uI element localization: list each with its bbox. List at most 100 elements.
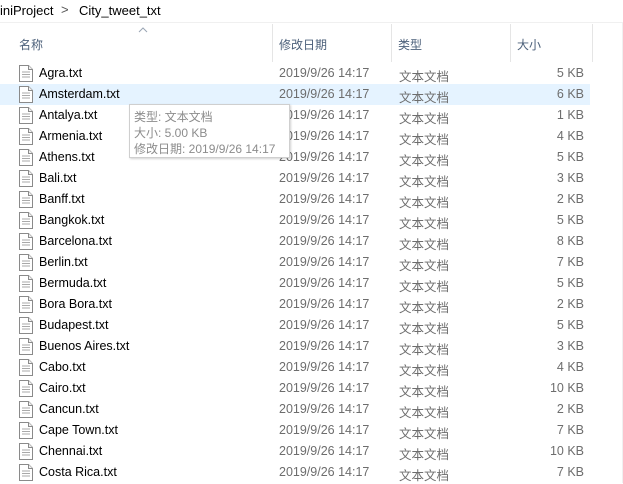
file-row[interactable]: Banff.txt 2019/9/26 14:17 文本文档 2 KB: [0, 189, 590, 210]
column-header-type[interactable]: 类型: [392, 24, 511, 62]
column-header-name[interactable]: 名称: [0, 24, 273, 62]
file-date: 2019/9/26 14:17: [279, 192, 370, 206]
text-file-icon: [19, 191, 33, 208]
text-file-icon: [19, 338, 33, 355]
file-type: 文本文档: [399, 259, 450, 273]
file-row[interactable]: Armenia.txt 2019/9/26 14:17 文本文档 4 KB: [0, 126, 590, 147]
file-size: 10 KB: [549, 444, 584, 458]
file-row[interactable]: Antalya.txt 2019/9/26 14:17 文本文档 1 KB: [0, 105, 590, 126]
file-type: 文本文档: [399, 406, 450, 420]
file-row[interactable]: Bora Bora.txt 2019/9/26 14:17 文本文档 2 KB: [0, 294, 590, 315]
file-size: 5 KB: [556, 318, 584, 332]
file-type: 文本文档: [399, 196, 450, 210]
file-size: 2 KB: [556, 192, 584, 206]
breadcrumb-item-project[interactable]: iniProject: [0, 3, 53, 18]
file-row[interactable]: Budapest.txt 2019/9/26 14:17 文本文档 5 KB: [0, 315, 590, 336]
file-size: 5 KB: [556, 213, 584, 227]
tooltip-date: 修改日期: 2019/9/26 14:17: [134, 142, 276, 156]
file-row[interactable]: Amsterdam.txt 2019/9/26 14:17 文本文档 6 KB: [0, 84, 590, 105]
file-type: 文本文档: [399, 322, 450, 336]
file-type: 文本文档: [399, 70, 450, 84]
file-type: 文本文档: [399, 154, 450, 168]
file-size: 2 KB: [556, 297, 584, 311]
file-row[interactable]: Bali.txt 2019/9/26 14:17 文本文档 3 KB: [0, 168, 590, 189]
text-file-icon: [19, 149, 33, 166]
file-name: Bora Bora.txt: [39, 297, 112, 311]
file-row[interactable]: Barcelona.txt 2019/9/26 14:17 文本文档 8 KB: [0, 231, 590, 252]
file-name: Antalya.txt: [39, 108, 98, 122]
file-type: 文本文档: [399, 175, 450, 189]
breadcrumb-item-folder[interactable]: City_tweet_txt: [79, 3, 161, 18]
file-name: Cairo.txt: [39, 381, 86, 395]
file-size: 1 KB: [556, 108, 584, 122]
text-file-icon: [19, 65, 33, 82]
file-date: 2019/9/26 14:17: [279, 444, 370, 458]
file-size: 3 KB: [556, 339, 584, 353]
file-date: 2019/9/26 14:17: [279, 381, 370, 395]
file-size: 4 KB: [556, 360, 584, 374]
text-file-icon: [19, 170, 33, 187]
file-date: 2019/9/26 14:17: [279, 360, 370, 374]
file-size: 7 KB: [556, 255, 584, 269]
file-row[interactable]: Bangkok.txt 2019/9/26 14:17 文本文档 5 KB: [0, 210, 590, 231]
text-file-icon: [19, 380, 33, 397]
file-row[interactable]: Cape Town.txt 2019/9/26 14:17 文本文档 7 KB: [0, 420, 590, 441]
file-name: Bermuda.txt: [39, 276, 107, 290]
sort-ascending-icon: [138, 27, 148, 33]
file-date: 2019/9/26 14:17: [279, 129, 370, 143]
file-list: Agra.txt 2019/9/26 14:17 文本文档 5 KB Amsterdam…: [0, 63, 623, 483]
file-row[interactable]: Cairo.txt 2019/9/26 14:17 文本文档 10 KB: [0, 378, 590, 399]
column-header-bar: 名称 修改日期 类型 大小: [0, 24, 623, 62]
file-name: Banff.txt: [39, 192, 85, 206]
file-size: 5 KB: [556, 150, 584, 164]
column-header-date[interactable]: 修改日期: [273, 24, 392, 62]
file-type: 文本文档: [399, 364, 450, 378]
text-file-icon: [19, 359, 33, 376]
file-size: 3 KB: [556, 171, 584, 185]
text-file-icon: [19, 254, 33, 271]
text-file-icon: [19, 107, 33, 124]
file-date: 2019/9/26 14:17: [279, 297, 370, 311]
file-row[interactable]: Cancun.txt 2019/9/26 14:17 文本文档 2 KB: [0, 399, 590, 420]
file-type: 文本文档: [399, 112, 450, 126]
file-row[interactable]: Buenos Aires.txt 2019/9/26 14:17 文本文档 3 KB: [0, 336, 590, 357]
file-size: 5 KB: [556, 276, 584, 290]
file-type: 文本文档: [399, 238, 450, 252]
file-date: 2019/9/26 14:17: [279, 255, 370, 269]
file-row[interactable]: Athens.txt 2019/9/26 14:17 文本文档 5 KB: [0, 147, 590, 168]
file-date: 2019/9/26 14:17: [279, 339, 370, 353]
file-name: Berlin.txt: [39, 255, 88, 269]
text-file-icon: [19, 275, 33, 292]
text-file-icon: [19, 317, 33, 334]
breadcrumb-separator[interactable]: >: [61, 2, 69, 17]
file-name: Bali.txt: [39, 171, 77, 185]
file-row[interactable]: Cabo.txt 2019/9/26 14:17 文本文档 4 KB: [0, 357, 590, 378]
file-size: 6 KB: [556, 87, 584, 101]
file-row[interactable]: Chennai.txt 2019/9/26 14:17 文本文档 10 KB: [0, 441, 590, 462]
file-tooltip: 类型: 文本文档 大小: 5.00 KB 修改日期: 2019/9/26 14:…: [129, 104, 290, 158]
file-size: 10 KB: [549, 381, 584, 395]
file-row[interactable]: Agra.txt 2019/9/26 14:17 文本文档 5 KB: [0, 63, 590, 84]
file-name: Barcelona.txt: [39, 234, 112, 248]
file-name: Cape Town.txt: [39, 423, 118, 437]
text-file-icon: [19, 296, 33, 313]
file-row[interactable]: Berlin.txt 2019/9/26 14:17 文本文档 7 KB: [0, 252, 590, 273]
file-type: 文本文档: [399, 133, 450, 147]
file-type: 文本文档: [399, 217, 450, 231]
file-type: 文本文档: [399, 448, 450, 462]
file-type: 文本文档: [399, 343, 450, 357]
text-file-icon: [19, 212, 33, 229]
column-header-size[interactable]: 大小: [511, 24, 593, 62]
column-header-size-label: 大小: [517, 38, 542, 52]
file-type: 文本文档: [399, 469, 450, 483]
file-row[interactable]: Bermuda.txt 2019/9/26 14:17 文本文档 5 KB: [0, 273, 590, 294]
file-date: 2019/9/26 14:17: [279, 402, 370, 416]
file-date: 2019/9/26 14:17: [279, 171, 370, 185]
column-header-name-label: 名称: [19, 38, 44, 52]
text-file-icon: [19, 443, 33, 460]
text-file-icon: [19, 401, 33, 418]
file-row[interactable]: Costa Rica.txt 2019/9/26 14:17 文本文档 7 KB: [0, 462, 590, 483]
file-name: Cabo.txt: [39, 360, 86, 374]
file-size: 7 KB: [556, 465, 584, 479]
file-date: 2019/9/26 14:17: [279, 276, 370, 290]
